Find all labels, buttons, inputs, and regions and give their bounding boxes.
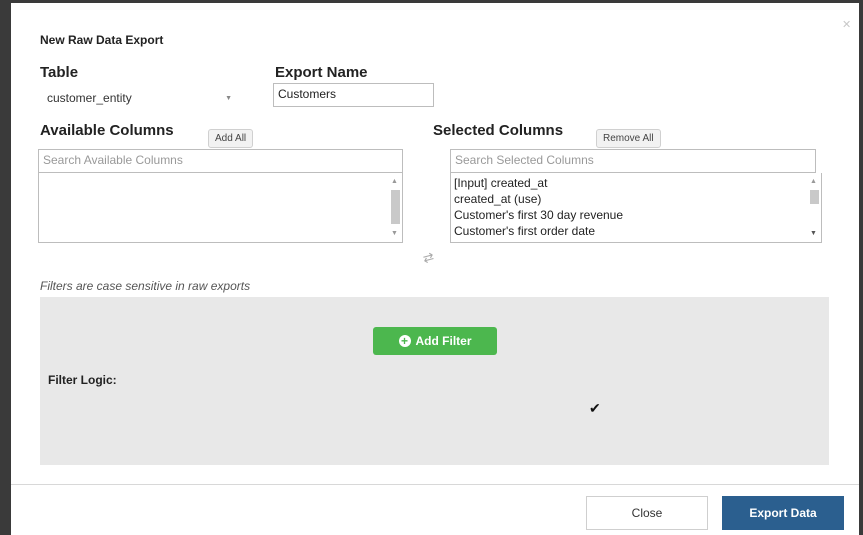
available-columns-scrollbar[interactable]: ▲ ▼: [388, 173, 402, 242]
export-data-button[interactable]: Export Data: [722, 496, 844, 530]
selected-columns-search-input[interactable]: Search Selected Columns: [450, 149, 816, 173]
window-frame-right: [859, 0, 863, 535]
add-all-button[interactable]: Add All: [208, 129, 254, 148]
add-filter-label: Add Filter: [415, 334, 472, 348]
filter-case-note: Filters are case sensitive in raw export…: [40, 279, 251, 293]
selected-columns-scrollbar[interactable]: ▲ ▼: [807, 173, 821, 242]
selected-columns-list[interactable]: [Input] created_at created_at (use) Cust…: [450, 173, 822, 243]
scroll-up-icon[interactable]: ▲: [810, 178, 817, 185]
scroll-down-icon[interactable]: ▼: [810, 230, 817, 237]
list-item[interactable]: [Input] created_at: [451, 175, 821, 191]
close-icon[interactable]: ✕: [842, 20, 851, 31]
dialog-title: New Raw Data Export: [40, 33, 164, 47]
close-button[interactable]: Close: [586, 496, 708, 530]
window-frame-left: [0, 0, 11, 535]
export-name-input[interactable]: Customers: [273, 83, 434, 107]
filter-panel: [40, 297, 829, 465]
plus-circle-icon: +: [398, 335, 411, 347]
scroll-thumb[interactable]: [810, 190, 819, 204]
footer-divider: [11, 484, 859, 485]
available-columns-list[interactable]: ▲ ▼: [38, 173, 403, 243]
list-item[interactable]: created_at (use): [451, 191, 821, 207]
available-columns-search-input[interactable]: Search Available Columns: [38, 149, 403, 173]
filter-logic-label: Filter Logic:: [48, 373, 117, 387]
table-select-value: customer_entity: [47, 91, 132, 105]
checkmark-icon[interactable]: ✔: [589, 400, 601, 417]
list-item[interactable]: Customer's first 30 day revenue: [451, 207, 821, 223]
available-columns-label: Available Columns: [40, 122, 174, 139]
table-label: Table: [40, 64, 79, 81]
table-select[interactable]: customer_entity ▼: [40, 87, 245, 108]
selected-columns-label: Selected Columns: [433, 122, 564, 139]
scroll-down-icon[interactable]: ▼: [391, 230, 398, 237]
list-item[interactable]: Customer's first order date: [451, 223, 821, 239]
scroll-thumb[interactable]: [391, 190, 400, 224]
export-name-label: Export Name: [275, 64, 368, 81]
chevron-down-icon: ▼: [225, 95, 232, 102]
add-filter-button[interactable]: + Add Filter: [373, 327, 497, 355]
remove-all-button[interactable]: Remove All: [596, 129, 661, 148]
scroll-up-icon[interactable]: ▲: [391, 178, 398, 185]
